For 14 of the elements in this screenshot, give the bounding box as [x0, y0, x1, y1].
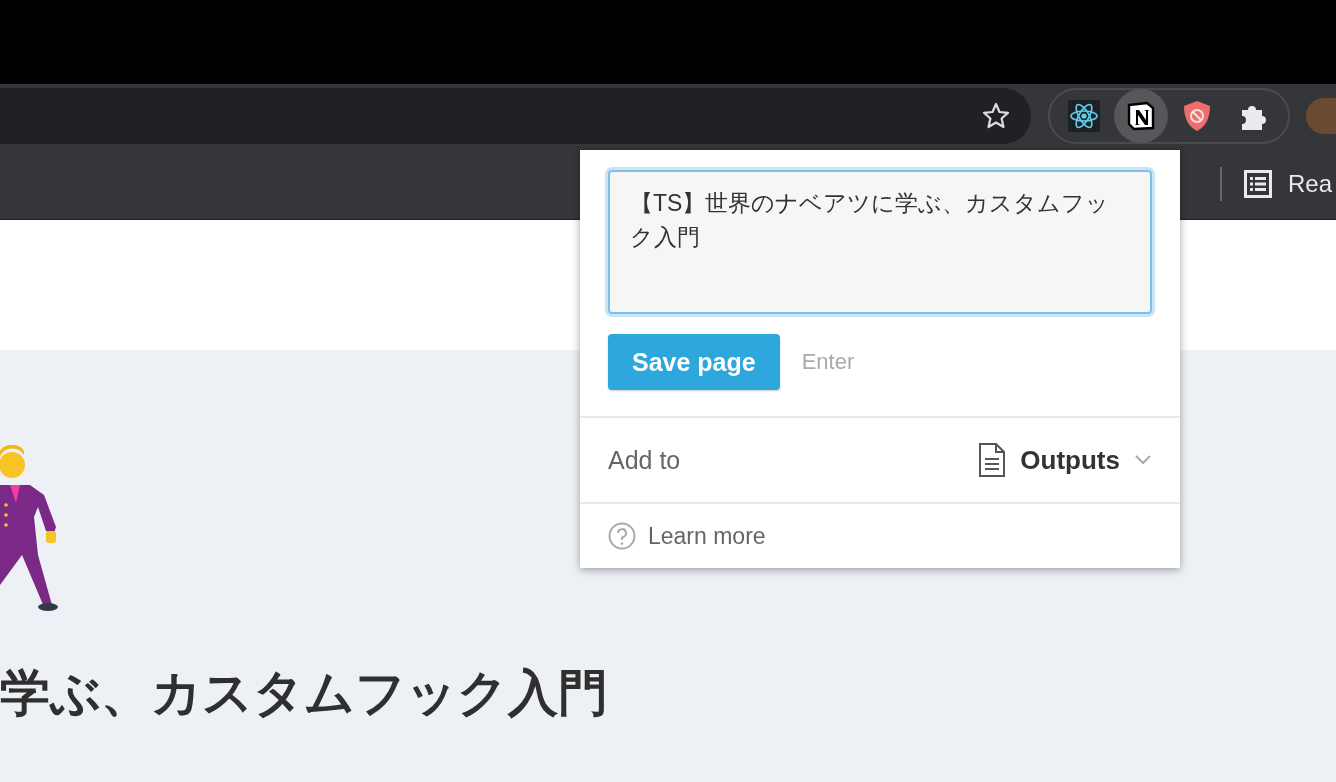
list-icon — [1243, 169, 1272, 198]
extension-button[interactable] — [1113, 89, 1168, 143]
chevron-down-icon — [1134, 454, 1152, 466]
help-icon — [608, 522, 636, 550]
add-to-label: Add to — [608, 445, 681, 475]
bookmark-star-icon[interactable] — [980, 101, 1011, 131]
shortcut-hint: Enter — [801, 349, 855, 375]
page-title: 学ぶ、カスタムフック入門 — [0, 664, 608, 723]
atom-icon — [1068, 100, 1100, 132]
reading-list-button[interactable]: Rea — [1243, 169, 1332, 198]
title-field[interactable]: 【TS】世界のナベアツに学ぶ、カスタムフック入門 — [608, 170, 1152, 314]
destination-dropdown[interactable]: Outputs — [978, 443, 1152, 477]
document-icon — [978, 443, 1007, 477]
learn-more-link[interactable]: Learn more — [608, 522, 766, 550]
